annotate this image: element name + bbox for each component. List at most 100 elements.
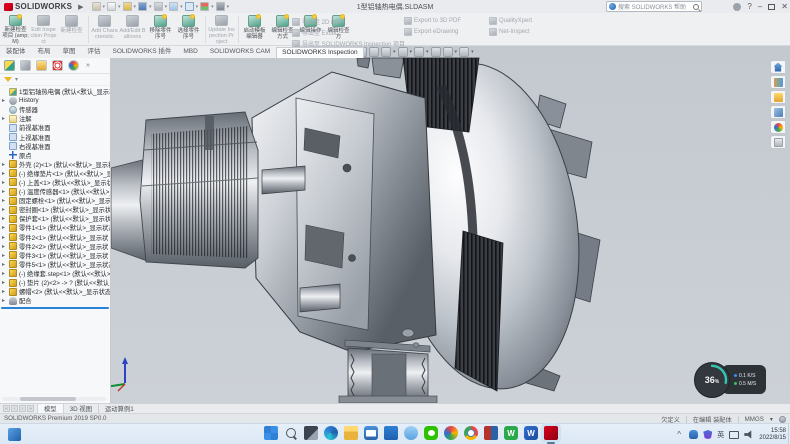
- tree-item-24[interactable]: ▸配合: [0, 296, 110, 305]
- tree-item-7[interactable]: 右视基准面: [0, 142, 110, 151]
- display-states-icon[interactable]: [200, 2, 209, 11]
- hide-show-items-icon[interactable]: [414, 47, 424, 57]
- security-shield-icon[interactable]: [703, 430, 712, 439]
- configurationmanager-tab[interactable]: [36, 60, 47, 71]
- wps-taskbar-icon[interactable]: W: [504, 426, 518, 440]
- expand-arrow-icon[interactable]: ▸: [2, 252, 9, 259]
- edit-appearance-icon[interactable]: [431, 47, 441, 57]
- start-taskbar-icon[interactable]: [264, 426, 278, 440]
- home-icon[interactable]: [92, 2, 101, 11]
- home-dropdown-icon[interactable]: ▾: [103, 4, 106, 10]
- tree-item-17[interactable]: ▸零件2<1> (默认<<默认>_显示状: [0, 233, 110, 242]
- status-badge-icon[interactable]: [779, 416, 786, 423]
- close-button[interactable]: ✕: [781, 0, 788, 13]
- tab-1[interactable]: 装配体: [0, 43, 32, 58]
- expand-arrow-icon[interactable]: ▸: [2, 243, 9, 250]
- tray-chevron-up-icon[interactable]: [675, 430, 684, 439]
- expand-arrow-icon[interactable]: ▸: [2, 288, 9, 295]
- model-screw-2[interactable]: [413, 343, 419, 347]
- apply-scene-icon[interactable]: [443, 47, 453, 57]
- remove-balloons-button[interactable]: 移除零件序号: [147, 14, 174, 45]
- taskpane-tab-appearances-scenes[interactable]: [770, 120, 785, 134]
- filter-funnel-icon[interactable]: [4, 77, 12, 82]
- tree-item-14[interactable]: ▸密封圈<1> (默认<<默认>_显示状态: [0, 205, 110, 214]
- export-button-1[interactable]: 导出至 2D PDF: [292, 17, 343, 26]
- tree-item-9[interactable]: ▸外壳 (2)<1> (默认<<默认>_显示状: [0, 160, 110, 169]
- tree-horizontal-scrollbar[interactable]: [2, 397, 106, 401]
- taskpane-tab-file-explorer[interactable]: [770, 90, 785, 104]
- expand-arrow-icon[interactable]: ▸: [2, 224, 9, 231]
- tree-item-4[interactable]: ▸注解: [0, 114, 110, 123]
- tree-item-13[interactable]: ▸固定螺栓<1> (默认<<默认>_显示状: [0, 196, 110, 205]
- expand-arrow-icon[interactable]: ▸: [2, 115, 9, 122]
- expand-arrow-icon[interactable]: ▸: [2, 97, 9, 104]
- new-inspection-project-button[interactable]: 新建检查项目 (amp;M): [2, 14, 29, 45]
- tree-item-20[interactable]: ▸零件5<1> (默认<<默认>_显示状态: [0, 260, 110, 269]
- taskpane-tab-view-palette[interactable]: [770, 105, 785, 119]
- update-inspection-project-button[interactable]: Update Inspection Project: [208, 14, 235, 45]
- tree-item-23[interactable]: ▸螺帽<2> (默认<<默认>_显示状态: [0, 287, 110, 296]
- select-icon[interactable]: [185, 2, 194, 11]
- expand-arrow-icon[interactable]: ▸: [2, 270, 9, 277]
- graphics-area[interactable]: ▾▾▾▾▾ 0.1 K/S 0.5 M/S 36%: [111, 46, 790, 403]
- new-dropdown-icon[interactable]: ▾: [118, 4, 121, 10]
- model-stem-flare[interactable]: [339, 396, 437, 403]
- tree-item-15[interactable]: ▸保护套<1> (默认<<默认>_显示状: [0, 214, 110, 223]
- expand-arrow-icon[interactable]: ▸: [2, 261, 9, 268]
- featuremanager-tab[interactable]: [4, 60, 15, 71]
- reader-taskbar-icon[interactable]: [484, 426, 498, 440]
- new-icon[interactable]: [107, 2, 116, 11]
- view-settings-dropdown-icon[interactable]: ▾: [227, 4, 230, 10]
- launch-template-editor-button[interactable]: 启动模板编辑器: [241, 14, 268, 45]
- dimxpertmanager-tab[interactable]: [52, 60, 63, 71]
- recorder-percent-bubble[interactable]: 36%: [694, 362, 730, 398]
- tab-scroll-last-icon[interactable]: »: [27, 405, 34, 412]
- expand-arrow-icon[interactable]: ▸: [2, 179, 9, 186]
- tree-item-3[interactable]: 传感器: [0, 105, 110, 114]
- tree-item-2[interactable]: ▸History: [0, 96, 110, 105]
- select-balloons-button[interactable]: 选择零件序号: [175, 14, 202, 45]
- save-icon[interactable]: [138, 2, 147, 11]
- restore-button[interactable]: [768, 4, 775, 10]
- scrollbar-thumb[interactable]: [20, 397, 76, 401]
- tree-item-22[interactable]: ▸(-) 垫片 (2)<2> -> ? (默认<<默认: [0, 278, 110, 287]
- edit-inspection-project-button[interactable]: Edit Inspection Project: [30, 14, 57, 45]
- tab-2[interactable]: 布局: [32, 43, 57, 58]
- section-view-icon[interactable]: [369, 47, 379, 57]
- expand-arrow-icon[interactable]: ▸: [2, 234, 9, 241]
- pinned-corner-app-icon[interactable]: [8, 428, 21, 441]
- help-button[interactable]: ?: [747, 0, 751, 13]
- tab-scroll-first-icon[interactable]: «: [3, 405, 10, 412]
- tree-item-8[interactable]: 原点: [0, 151, 110, 160]
- search-icon[interactable]: [693, 4, 699, 10]
- display-states-dropdown-icon[interactable]: ▾: [211, 4, 214, 10]
- tab-5[interactable]: SOLIDWORKS 插件: [107, 43, 178, 58]
- filter-caret-icon[interactable]: ▾: [15, 76, 18, 83]
- print-icon[interactable]: [154, 2, 163, 11]
- tab-scroll-prev-icon[interactable]: ‹: [11, 405, 18, 412]
- tree-item-12[interactable]: ▸(-) 温度传感器<1> (默认<<默认>_: [0, 187, 110, 196]
- select-dropdown-icon[interactable]: ▾: [196, 4, 199, 10]
- display-icon[interactable]: [729, 431, 739, 439]
- doc-tab-3[interactable]: 运动算例1: [98, 404, 140, 413]
- tree-item-1[interactable]: 1型铝轴热电偶 (默认<默认_显示状态-1: [0, 87, 110, 96]
- model-3d-view[interactable]: [111, 46, 790, 403]
- tree-filter-row[interactable]: ▾: [0, 74, 110, 86]
- tree-item-6[interactable]: 上视基准面: [0, 132, 110, 141]
- view-settings-icon[interactable]: [216, 2, 225, 11]
- tab-3[interactable]: 草图: [57, 43, 82, 58]
- expand-arrow-icon[interactable]: ▸: [2, 297, 9, 304]
- export-button-4[interactable]: Export to 3D PDF: [404, 17, 461, 25]
- mail-taskbar-icon[interactable]: [364, 426, 378, 440]
- model-threads-lower[interactable]: [455, 231, 503, 391]
- export-button-6[interactable]: QualityXpert: [489, 17, 532, 25]
- taskpane-tab-solidworks-resources[interactable]: [770, 60, 785, 74]
- model-part-stud-upper[interactable]: [262, 166, 305, 194]
- save-dropdown-icon[interactable]: ▾: [149, 4, 152, 10]
- tree-item-11[interactable]: ▸(-) 上盖<1> (默认<<默认>_显示状: [0, 178, 110, 187]
- screen-recorder-overlay[interactable]: 0.1 K/S 0.5 M/S 36%: [694, 362, 766, 398]
- view-orientation-icon[interactable]: [381, 47, 391, 57]
- export-button-7[interactable]: Net-Inspect: [489, 28, 530, 36]
- rollback-bar[interactable]: [1, 307, 109, 309]
- browser-taskbar-icon[interactable]: [444, 426, 458, 440]
